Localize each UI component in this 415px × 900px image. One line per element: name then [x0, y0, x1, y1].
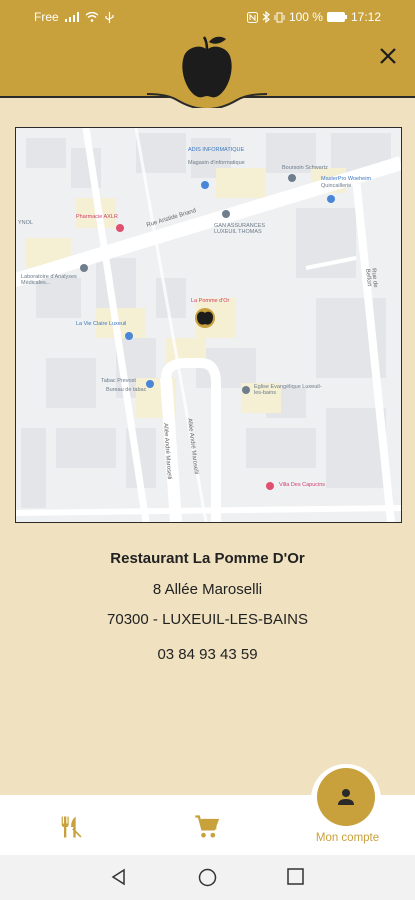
address-street: 8 Allée Maroselli [152, 581, 263, 598]
map-label-mastervolt: MasterPro Woeheim [321, 176, 372, 182]
restaurant-name: Restaurant La Pomme D'Or [110, 550, 305, 567]
usb-icon [105, 11, 114, 23]
cart-icon[interactable] [193, 813, 221, 841]
poi-boursoin-marker[interactable] [288, 174, 296, 182]
phone-number[interactable]: 03 84 93 43 59 [0, 646, 415, 663]
map-label-pharmacy: Pharmacie AXLR [76, 214, 118, 220]
home-icon[interactable] [198, 868, 217, 887]
bluetooth-icon [262, 11, 270, 23]
poi-villa-marker[interactable] [266, 482, 274, 490]
poi-gan-marker[interactable] [222, 210, 230, 218]
system-navigation [0, 855, 415, 900]
vibrate-icon [274, 12, 285, 22]
carrier-label: Free [34, 10, 59, 24]
map-label-gan: GAN ASSURANCES LUXEUIL THOMAS [214, 223, 266, 235]
poi-pharmacy-marker[interactable] [116, 224, 124, 232]
person-icon [338, 789, 354, 805]
map-label-villa: Villa Des Capucins [279, 482, 326, 488]
poi-eglise-marker[interactable] [242, 386, 250, 394]
map-label-adis-sub: Magasin d'informatique [188, 160, 245, 166]
nfc-icon [246, 11, 258, 23]
wifi-icon [85, 12, 99, 22]
restaurant-menu-icon[interactable] [57, 813, 85, 841]
map-label-mastervolt-sub: Quincaillerie [321, 183, 352, 189]
signal-icon [64, 12, 79, 22]
account-label[interactable]: Mon compte [305, 832, 390, 844]
location-map[interactable]: Pharmacie AXLR ADIS INFORMATIQUE Magasin… [15, 127, 402, 523]
back-icon[interactable] [110, 868, 128, 886]
close-icon[interactable] [376, 44, 400, 68]
clock: 17:12 [350, 10, 381, 24]
map-label-tabac-sub: Bureau de tabac [106, 387, 147, 393]
map-label-vie-claire: La Vie Claire Luxeuil [76, 321, 127, 327]
recents-icon[interactable] [287, 868, 304, 885]
road-belfort: Rue de Belfort [364, 268, 379, 288]
poi-mastervolt-marker[interactable] [327, 195, 335, 203]
address-city: 70300 - LUXEUIL-LES-BAINS [107, 611, 308, 628]
apple-pin-icon [197, 311, 213, 325]
poi-labo-marker[interactable] [80, 264, 88, 272]
map-label-adis: ADIS INFORMATIQUE [188, 147, 245, 153]
map-label-ynol: YNOL [18, 220, 33, 226]
poi-vie-claire-marker[interactable] [125, 332, 133, 340]
battery-icon [326, 12, 347, 22]
logo-badge [147, 36, 267, 108]
account-button[interactable] [317, 768, 375, 826]
map-label-labo: Laboratoire d'Analyses Médicales... [21, 274, 77, 286]
apple-icon [182, 36, 232, 98]
map-label-eglise: Eglise Evangélique Luxeuil-les-bains [254, 384, 322, 396]
status-bar: Free 100 % 17:12 [0, 0, 415, 33]
poi-adis-marker[interactable] [201, 181, 209, 189]
map-label-boursoin: Boursoin Schwartz [282, 165, 328, 171]
map-label-restaurant: La Pomme d'Or [191, 298, 230, 304]
battery-percent: 100 % [288, 10, 323, 24]
map-label-tabac: Tabac Prevost [101, 378, 136, 384]
